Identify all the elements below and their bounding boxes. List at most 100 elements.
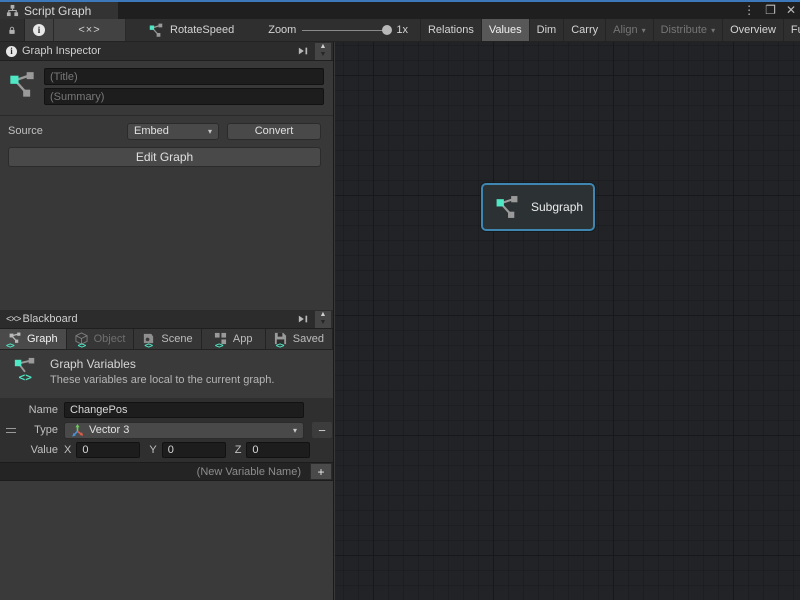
full-screen-button[interactable]: Full Screen [783, 19, 800, 41]
blackboard-tabs: <> Graph <> Object [0, 329, 333, 350]
blackboard-body: <> Graph Variables These variables are l… [0, 350, 333, 600]
name-label: Name [22, 404, 58, 416]
remove-variable-button[interactable]: − [312, 422, 332, 438]
graph-canvas[interactable]: Subgraph [335, 42, 800, 600]
chevron-down-icon: ▾ [642, 26, 646, 35]
toolbar: i <×> RotateSpeed Zoom 1x Relations Valu… [0, 19, 800, 42]
script-graph-icon [6, 4, 19, 17]
titlebar: Script Graph ⋮ ❐ ✕ [0, 0, 800, 19]
values-button[interactable]: Values [481, 19, 529, 41]
z-label: Z [235, 444, 242, 456]
tab-script-graph[interactable]: Script Graph [0, 2, 118, 19]
graph-inspector-title: Graph Inspector [22, 45, 294, 57]
graph-variables-section: <> Graph Variables These variables are l… [0, 350, 333, 398]
tab-object: <> Object [67, 329, 135, 349]
y-value-input[interactable] [162, 442, 226, 458]
info-icon: i [33, 24, 45, 36]
tab-graph[interactable]: <> Graph [0, 329, 67, 349]
x-label: X [64, 444, 71, 456]
type-label: Type [22, 424, 58, 436]
scroll-down-icon[interactable]: ▼ [320, 51, 327, 59]
y-label: Y [149, 444, 156, 456]
chevron-down-icon: ▾ [293, 426, 297, 435]
edit-graph-button[interactable]: Edit Graph [8, 147, 321, 167]
zoom-slider[interactable] [302, 30, 390, 31]
new-variable-input[interactable] [0, 463, 309, 480]
graph-inspector-body: Source Embed ▾ Convert Edit Graph [0, 61, 333, 310]
tab-app[interactable]: <> App [202, 329, 266, 349]
zoom-label: Zoom [268, 24, 296, 36]
value-label: Value [22, 444, 58, 456]
blackboard-scroll-arrows[interactable]: ▲ ▼ [315, 311, 331, 328]
variable-value-row: Value X Y Z [0, 440, 333, 460]
blackboard-title: Blackboard [23, 313, 294, 325]
dim-button[interactable]: Dim [529, 19, 564, 41]
z-value-input[interactable] [246, 442, 310, 458]
svg-text:<>: <> [19, 371, 33, 381]
variable-name-input[interactable] [64, 402, 304, 418]
scroll-up-icon[interactable]: ▲ [320, 311, 327, 319]
close-icon[interactable]: ✕ [786, 2, 796, 18]
graph-icon [148, 23, 164, 38]
dock-icon[interactable] [294, 312, 312, 327]
lock-button[interactable] [0, 19, 25, 41]
lock-icon [8, 24, 16, 37]
divider [0, 115, 333, 116]
inspector-scroll-arrows[interactable]: ▲ ▼ [315, 43, 331, 60]
convert-button[interactable]: Convert [227, 123, 321, 140]
code-view-button[interactable]: <×> [54, 19, 126, 41]
tab-saved[interactable]: <> Saved [266, 329, 333, 349]
inspector-toggle-button[interactable]: i [25, 19, 54, 41]
info-icon: i [6, 46, 17, 57]
script-graph-window: Script Graph ⋮ ❐ ✕ i <×> [0, 0, 800, 600]
sidebar: i Graph Inspector ▲ ▼ Source [0, 42, 334, 600]
summary-input[interactable] [44, 88, 324, 105]
dock-icon[interactable] [294, 44, 312, 59]
app-variables-icon: <> [214, 332, 229, 347]
overview-button[interactable]: Overview [722, 19, 783, 41]
source-dropdown[interactable]: Embed ▾ [127, 123, 219, 140]
vector3-icon [71, 424, 84, 437]
graph-inspector-header[interactable]: i Graph Inspector ▲ ▼ [0, 42, 333, 61]
title-input[interactable] [44, 68, 324, 85]
add-variable-button[interactable]: + [310, 463, 332, 480]
blackboard-header[interactable]: <×> Blackboard ▲ ▼ [0, 310, 333, 329]
graph-name-label: RotateSpeed [170, 24, 234, 36]
align-button: Align▾ [605, 19, 652, 41]
focus-accent-line [0, 0, 800, 2]
chevron-down-icon: ▾ [711, 26, 715, 35]
source-dropdown-value: Embed [134, 125, 169, 137]
chevron-down-icon: ▾ [208, 127, 212, 136]
source-label: Source [8, 125, 127, 137]
carry-button[interactable]: Carry [563, 19, 605, 41]
graph-icon [494, 195, 520, 220]
graph-breadcrumb[interactable]: RotateSpeed [140, 19, 242, 41]
blackboard-empty-area [0, 481, 333, 600]
section-subtitle: These variables are local to the current… [50, 374, 274, 386]
drag-handle-icon[interactable] [6, 428, 16, 433]
zoom-control: Zoom 1x [268, 19, 408, 41]
relations-button[interactable]: Relations [420, 19, 481, 41]
node-label: Subgraph [531, 200, 583, 214]
variable-card: Name Type V [0, 398, 333, 462]
graph-variables-icon: <> [12, 357, 40, 386]
tab-title: Script Graph [24, 4, 91, 18]
object-variables-icon: <> [75, 332, 90, 347]
x-value-input[interactable] [76, 442, 140, 458]
variable-type-value: Vector 3 [89, 424, 129, 436]
scroll-up-icon[interactable]: ▲ [320, 43, 327, 51]
graph-icon [8, 71, 36, 99]
tab-scene[interactable]: <> Scene [134, 329, 201, 349]
section-title: Graph Variables [50, 357, 274, 371]
zoom-slider-handle[interactable] [382, 25, 392, 35]
window-menu-icon[interactable]: ⋮ [743, 2, 755, 18]
code-icon: <×> [6, 314, 21, 325]
maximize-icon[interactable]: ❐ [765, 2, 776, 18]
graph-variables-icon: <> [8, 332, 23, 347]
scroll-down-icon[interactable]: ▼ [320, 319, 327, 327]
subgraph-node[interactable]: Subgraph [481, 183, 595, 231]
variable-type-dropdown[interactable]: Vector 3 ▾ [64, 422, 304, 439]
saved-variables-icon: <> [274, 332, 289, 347]
distribute-button: Distribute▾ [653, 19, 722, 41]
new-variable-row: + [0, 462, 333, 481]
